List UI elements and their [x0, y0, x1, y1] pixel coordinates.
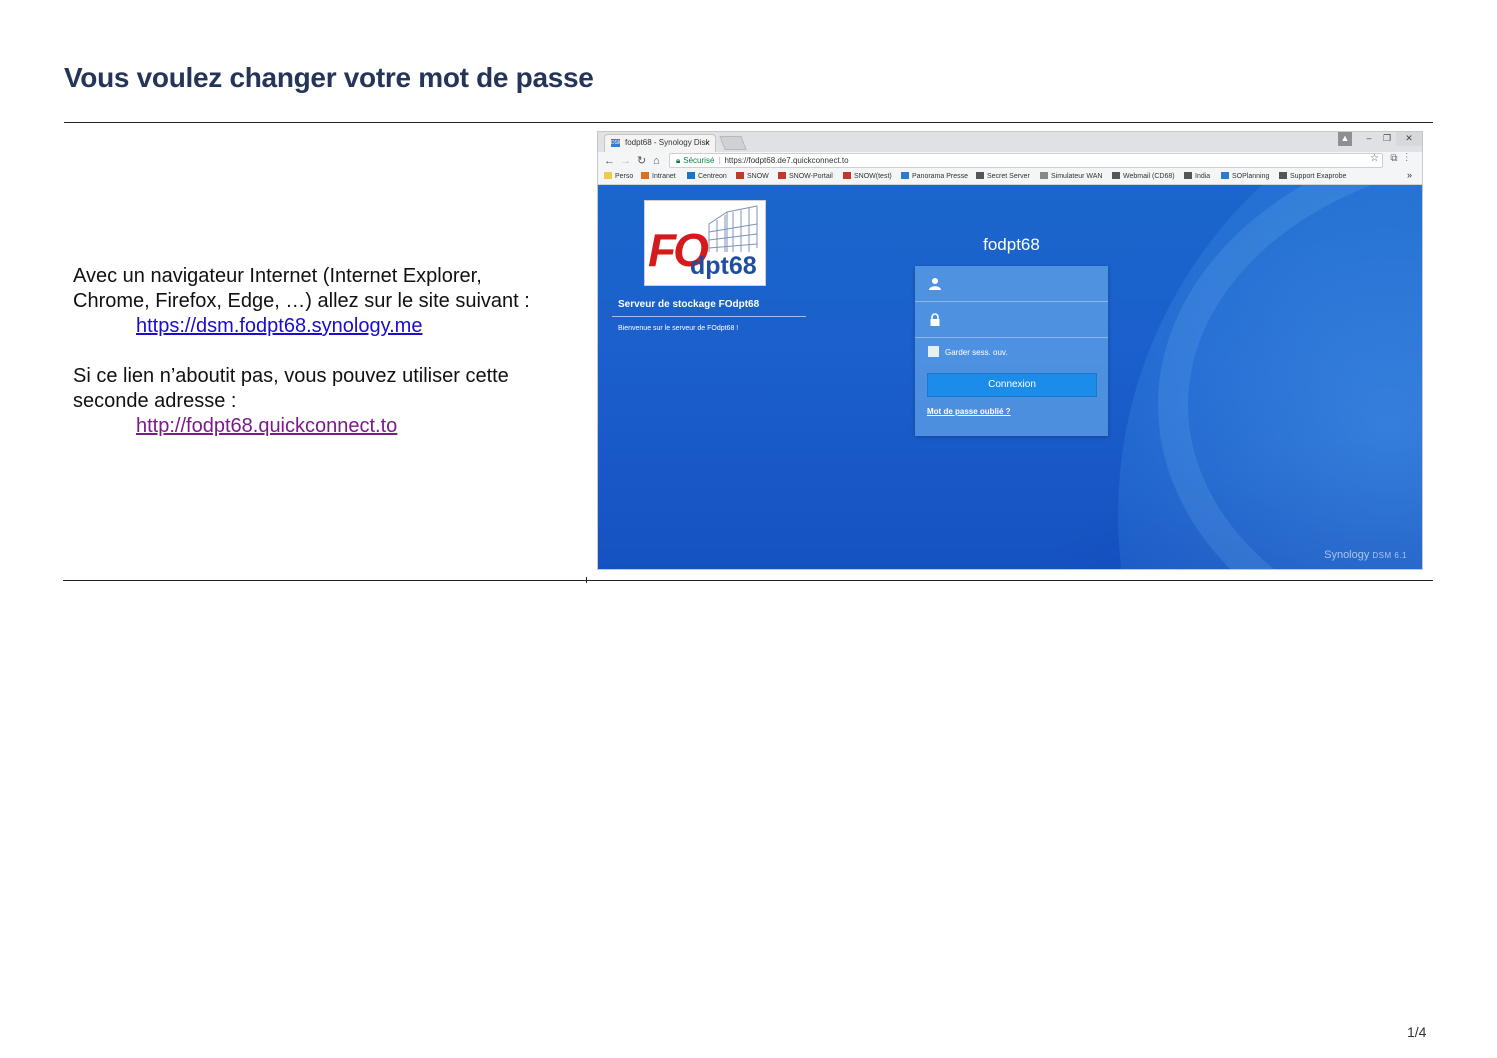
- remember-checkbox[interactable]: [928, 346, 939, 357]
- browser-screenshot: DSM fodpt68 - Synology Disk × ▲ – ❐ ✕ ← …: [597, 131, 1423, 570]
- page-number: 1/4: [1407, 1024, 1427, 1040]
- forward-arrow-icon[interactable]: →: [620, 154, 631, 168]
- building-drawing-icon: [708, 205, 758, 252]
- bookmark-item[interactable]: Webmail (CD68): [1112, 171, 1175, 183]
- top-divider: [64, 122, 1433, 123]
- user-icon: [929, 278, 941, 290]
- server-name: fodpt68: [983, 235, 1040, 254]
- bookmark-label: Simulateur WAN: [1051, 173, 1103, 180]
- fallback-site-link[interactable]: http://fodpt68.quickconnect.to: [73, 414, 573, 439]
- bookmark-item[interactable]: SOPlanning: [1221, 171, 1269, 183]
- browser-toolbar: ← → ↻ ⌂ 🔒︎ Sécurisé | https://fodpt68.de7.q…: [598, 152, 1422, 170]
- fallback-line: seconde adresse :: [73, 390, 237, 412]
- extension-and-menu-icons[interactable]: ⧉⋮: [1390, 153, 1416, 164]
- tab-close-icon[interactable]: ×: [705, 135, 710, 151]
- bookmark-star-icon[interactable]: ☆: [1370, 153, 1379, 164]
- page-icon: [1040, 172, 1048, 179]
- close-window-icon[interactable]: ✕: [1396, 132, 1422, 146]
- home-icon[interactable]: ⌂: [653, 154, 660, 168]
- snow-icon: [778, 172, 786, 179]
- welcome-divider: [612, 316, 806, 317]
- bookmark-label: Webmail (CD68): [1123, 173, 1175, 180]
- bookmark-label: Centreon: [698, 173, 727, 180]
- dsm-login-screen: FO dpt68 Serveur de stockage FOdpt68 Bie…: [598, 185, 1422, 569]
- reload-icon[interactable]: ↻: [637, 154, 646, 168]
- synology-brand: Synology DSM 6.1: [1324, 549, 1407, 561]
- tab-title: fodpt68 - Synology Disk: [625, 138, 710, 147]
- folder-icon: [604, 172, 612, 179]
- fodpt68-logo: FO dpt68: [644, 200, 766, 286]
- bookmark-item[interactable]: Panorama Presse: [901, 171, 968, 183]
- bookmark-label: SNOW(test): [854, 173, 892, 180]
- dsm-version: DSM 6.1: [1372, 551, 1407, 560]
- bookmark-label: Panorama Presse: [912, 173, 969, 180]
- minimize-icon[interactable]: –: [1360, 132, 1378, 146]
- bookmark-label: SNOW-Portail: [789, 173, 833, 180]
- instructions-text: Avec un navigateur Internet (Internet Ex…: [73, 264, 573, 439]
- address-url: https://fodpt68.de7.quickconnect.to: [724, 156, 849, 165]
- bookmarks-bar: Perso Intranet Centreon SNOW SNOW-Portail SNO…: [598, 170, 1422, 185]
- login-button[interactable]: Connexion: [927, 373, 1097, 397]
- logo-dpt-text: dpt68: [690, 252, 757, 280]
- secret-server-icon: [976, 172, 984, 179]
- bookmark-item[interactable]: SNOW-Portail: [778, 171, 833, 183]
- lock-icon: 🔒︎: [676, 156, 681, 165]
- fallback-line: Si ce lien n’aboutit pas, vous pouvez ut…: [73, 365, 509, 387]
- centreon-icon: [687, 172, 695, 179]
- remember-session[interactable]: Garder sess. ouv.: [928, 346, 1008, 359]
- bookmark-label: India: [1195, 173, 1211, 180]
- welcome-message: Bienvenue sur le serveur de FOdpt68 !: [618, 325, 739, 332]
- remember-label: Garder sess. ouv.: [945, 348, 1008, 357]
- browser-tab-bar: DSM fodpt68 - Synology Disk × ▲ – ❐ ✕: [598, 132, 1422, 152]
- snow-icon: [736, 172, 744, 179]
- bookmark-label: SOPlanning: [1232, 173, 1270, 180]
- restore-icon[interactable]: ❐: [1378, 132, 1396, 146]
- bookmark-label: Secret Server: [987, 173, 1030, 180]
- primary-site-link[interactable]: https://dsm.fodpt68.synology.me: [73, 314, 573, 339]
- forgot-password-link[interactable]: Mot de passe oublié ?: [927, 407, 1011, 416]
- bookmark-item[interactable]: Perso: [604, 171, 633, 183]
- instructions-line: Chrome, Firefox, Edge, …) allez sur le s…: [73, 290, 530, 312]
- back-arrow-icon[interactable]: ←: [604, 154, 615, 168]
- secure-label: Sécurisé: [683, 156, 715, 165]
- instructions-line: Avec un navigateur Internet (Internet Ex…: [73, 265, 482, 287]
- bookmark-label: Intranet: [652, 173, 676, 180]
- profile-icon[interactable]: ▲: [1338, 132, 1352, 146]
- bookmark-item[interactable]: India: [1184, 171, 1210, 183]
- column-divider: [586, 577, 587, 583]
- bookmark-label: Support Exaprobe: [1290, 173, 1347, 180]
- bookmark-item[interactable]: Secret Server: [976, 171, 1030, 183]
- panorama-icon: [901, 172, 909, 179]
- window-controls: ▲ – ❐ ✕: [1338, 132, 1422, 146]
- browser-tab[interactable]: DSM fodpt68 - Synology Disk ×: [604, 134, 716, 152]
- bookmark-item[interactable]: SNOW: [736, 171, 769, 183]
- dsm-favicon-icon: DSM: [611, 139, 623, 147]
- intranet-icon: [641, 172, 649, 179]
- password-field[interactable]: [915, 302, 1108, 338]
- lock-icon: [930, 313, 940, 326]
- brand-name: Synology: [1324, 549, 1370, 561]
- login-panel: Garder sess. ouv. Connexion Mot de passe…: [915, 266, 1108, 436]
- more-bookmarks-icon[interactable]: »: [1407, 170, 1412, 180]
- new-tab-button[interactable]: [719, 136, 747, 150]
- chart-icon: [1184, 172, 1192, 179]
- snow-icon: [843, 172, 851, 179]
- address-bar[interactable]: 🔒︎ Sécurisé | https://fodpt68.de7.quickconn…: [669, 153, 1383, 168]
- username-field[interactable]: [915, 266, 1108, 302]
- gear-icon: [1279, 172, 1287, 179]
- bookmark-item[interactable]: Intranet: [641, 171, 676, 183]
- webmail-icon: [1112, 172, 1120, 179]
- bottom-divider: [63, 580, 1433, 581]
- bookmark-label: Perso: [615, 173, 634, 180]
- bookmark-item[interactable]: SNOW(test): [843, 171, 892, 183]
- planning-icon: [1221, 172, 1229, 179]
- bookmark-label: SNOW: [747, 173, 769, 180]
- bookmark-item[interactable]: Simulateur WAN: [1040, 171, 1102, 183]
- page-title: Vous voulez changer votre mot de passe: [64, 62, 594, 93]
- bookmark-item[interactable]: Centreon: [687, 171, 727, 183]
- bookmark-item[interactable]: Support Exaprobe: [1279, 171, 1346, 183]
- welcome-title: Serveur de stockage FOdpt68: [618, 299, 760, 310]
